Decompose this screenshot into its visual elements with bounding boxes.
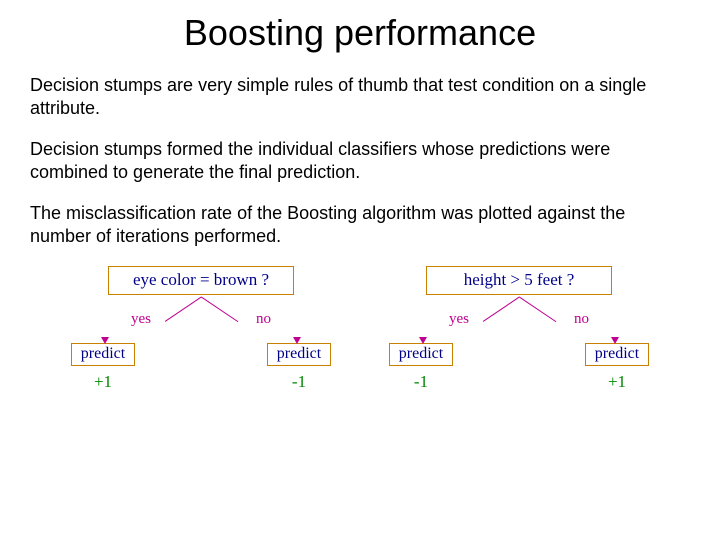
predict-label: predict bbox=[585, 343, 649, 366]
predict-value: -1 bbox=[267, 372, 331, 392]
predict-value: +1 bbox=[71, 372, 135, 392]
leaf-right: predict +1 bbox=[585, 343, 649, 392]
predict-label: predict bbox=[267, 343, 331, 366]
predict-value: +1 bbox=[585, 372, 649, 392]
paragraph-1: Decision stumps are very simple rules of… bbox=[30, 74, 690, 120]
slide-title: Boosting performance bbox=[30, 12, 690, 54]
branch-arrows: yes no bbox=[389, 297, 649, 343]
predict-label: predict bbox=[389, 343, 453, 366]
branch-label-yes: yes bbox=[131, 311, 151, 328]
leaf-left: predict +1 bbox=[71, 343, 135, 392]
paragraph-3: The misclassification rate of the Boosti… bbox=[30, 202, 690, 248]
branch-line-right bbox=[201, 297, 238, 323]
arrowhead-icon bbox=[293, 337, 301, 344]
leaf-row: predict +1 predict -1 bbox=[71, 343, 331, 392]
branch-line-left bbox=[483, 297, 520, 323]
branch-label-no: no bbox=[574, 311, 589, 328]
stump-diagram: eye color = brown ? yes no predict +1 pr… bbox=[30, 266, 690, 392]
leaf-left: predict -1 bbox=[389, 343, 453, 392]
arrowhead-icon bbox=[611, 337, 619, 344]
leaf-row: predict -1 predict +1 bbox=[389, 343, 649, 392]
decision-stump-2: height > 5 feet ? yes no predict -1 pred… bbox=[389, 266, 649, 392]
predict-label: predict bbox=[71, 343, 135, 366]
branch-line-left bbox=[165, 297, 202, 323]
branch-label-yes: yes bbox=[449, 311, 469, 328]
paragraph-2: Decision stumps formed the individual cl… bbox=[30, 138, 690, 184]
branch-label-no: no bbox=[256, 311, 271, 328]
stump-condition: eye color = brown ? bbox=[108, 266, 294, 295]
arrowhead-icon bbox=[419, 337, 427, 344]
predict-value: -1 bbox=[389, 372, 453, 392]
leaf-right: predict -1 bbox=[267, 343, 331, 392]
slide: Boosting performance Decision stumps are… bbox=[0, 0, 720, 540]
branch-line-right bbox=[519, 297, 556, 323]
stump-condition: height > 5 feet ? bbox=[426, 266, 612, 295]
branch-arrows: yes no bbox=[71, 297, 331, 343]
arrowhead-icon bbox=[101, 337, 109, 344]
decision-stump-1: eye color = brown ? yes no predict +1 pr… bbox=[71, 266, 331, 392]
